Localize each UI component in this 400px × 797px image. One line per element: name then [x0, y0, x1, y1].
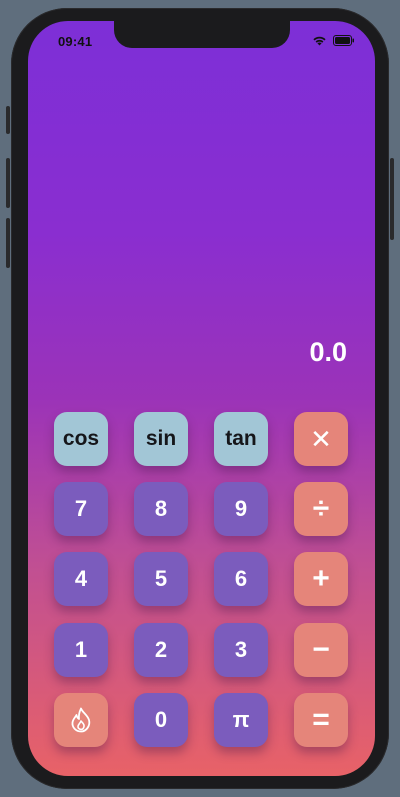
digit-9-button[interactable]: 9 — [214, 482, 268, 536]
digit-3-button[interactable]: 3 — [214, 623, 268, 677]
plus-button[interactable]: + — [294, 552, 348, 606]
minus-button[interactable]: − — [294, 623, 348, 677]
equals-button[interactable]: = — [294, 693, 348, 747]
cos-button[interactable]: cos — [54, 412, 108, 466]
status-icons — [312, 35, 355, 46]
digit-5-button[interactable]: 5 — [134, 552, 188, 606]
digit-4-button[interactable]: 4 — [54, 552, 108, 606]
status-time: 09:41 — [58, 34, 93, 49]
digit-1-button[interactable]: 1 — [54, 623, 108, 677]
sin-button[interactable]: sin — [134, 412, 188, 466]
divide-button[interactable]: ÷ — [294, 482, 348, 536]
pi-button[interactable]: π — [214, 693, 268, 747]
notch — [114, 21, 290, 48]
calculator-screen: 09:41 0.0 cos sin tan ✕ 7 8 9 ÷ 4 5 6 + … — [28, 21, 375, 776]
volume-up-button — [6, 158, 10, 208]
digit-0-button[interactable]: 0 — [134, 693, 188, 747]
digit-8-button[interactable]: 8 — [134, 482, 188, 536]
battery-icon — [333, 35, 354, 46]
digit-2-button[interactable]: 2 — [134, 623, 188, 677]
wifi-icon — [313, 36, 326, 46]
digit-6-button[interactable]: 6 — [214, 552, 268, 606]
mute-switch — [6, 106, 10, 134]
tan-button[interactable]: tan — [214, 412, 268, 466]
flame-icon — [71, 707, 91, 733]
clear-button[interactable]: ✕ — [294, 412, 348, 466]
digit-7-button[interactable]: 7 — [54, 482, 108, 536]
flame-button[interactable] — [54, 693, 108, 747]
result-display: 0.0 — [309, 337, 347, 367]
volume-down-button — [6, 218, 10, 268]
power-button — [390, 158, 394, 240]
